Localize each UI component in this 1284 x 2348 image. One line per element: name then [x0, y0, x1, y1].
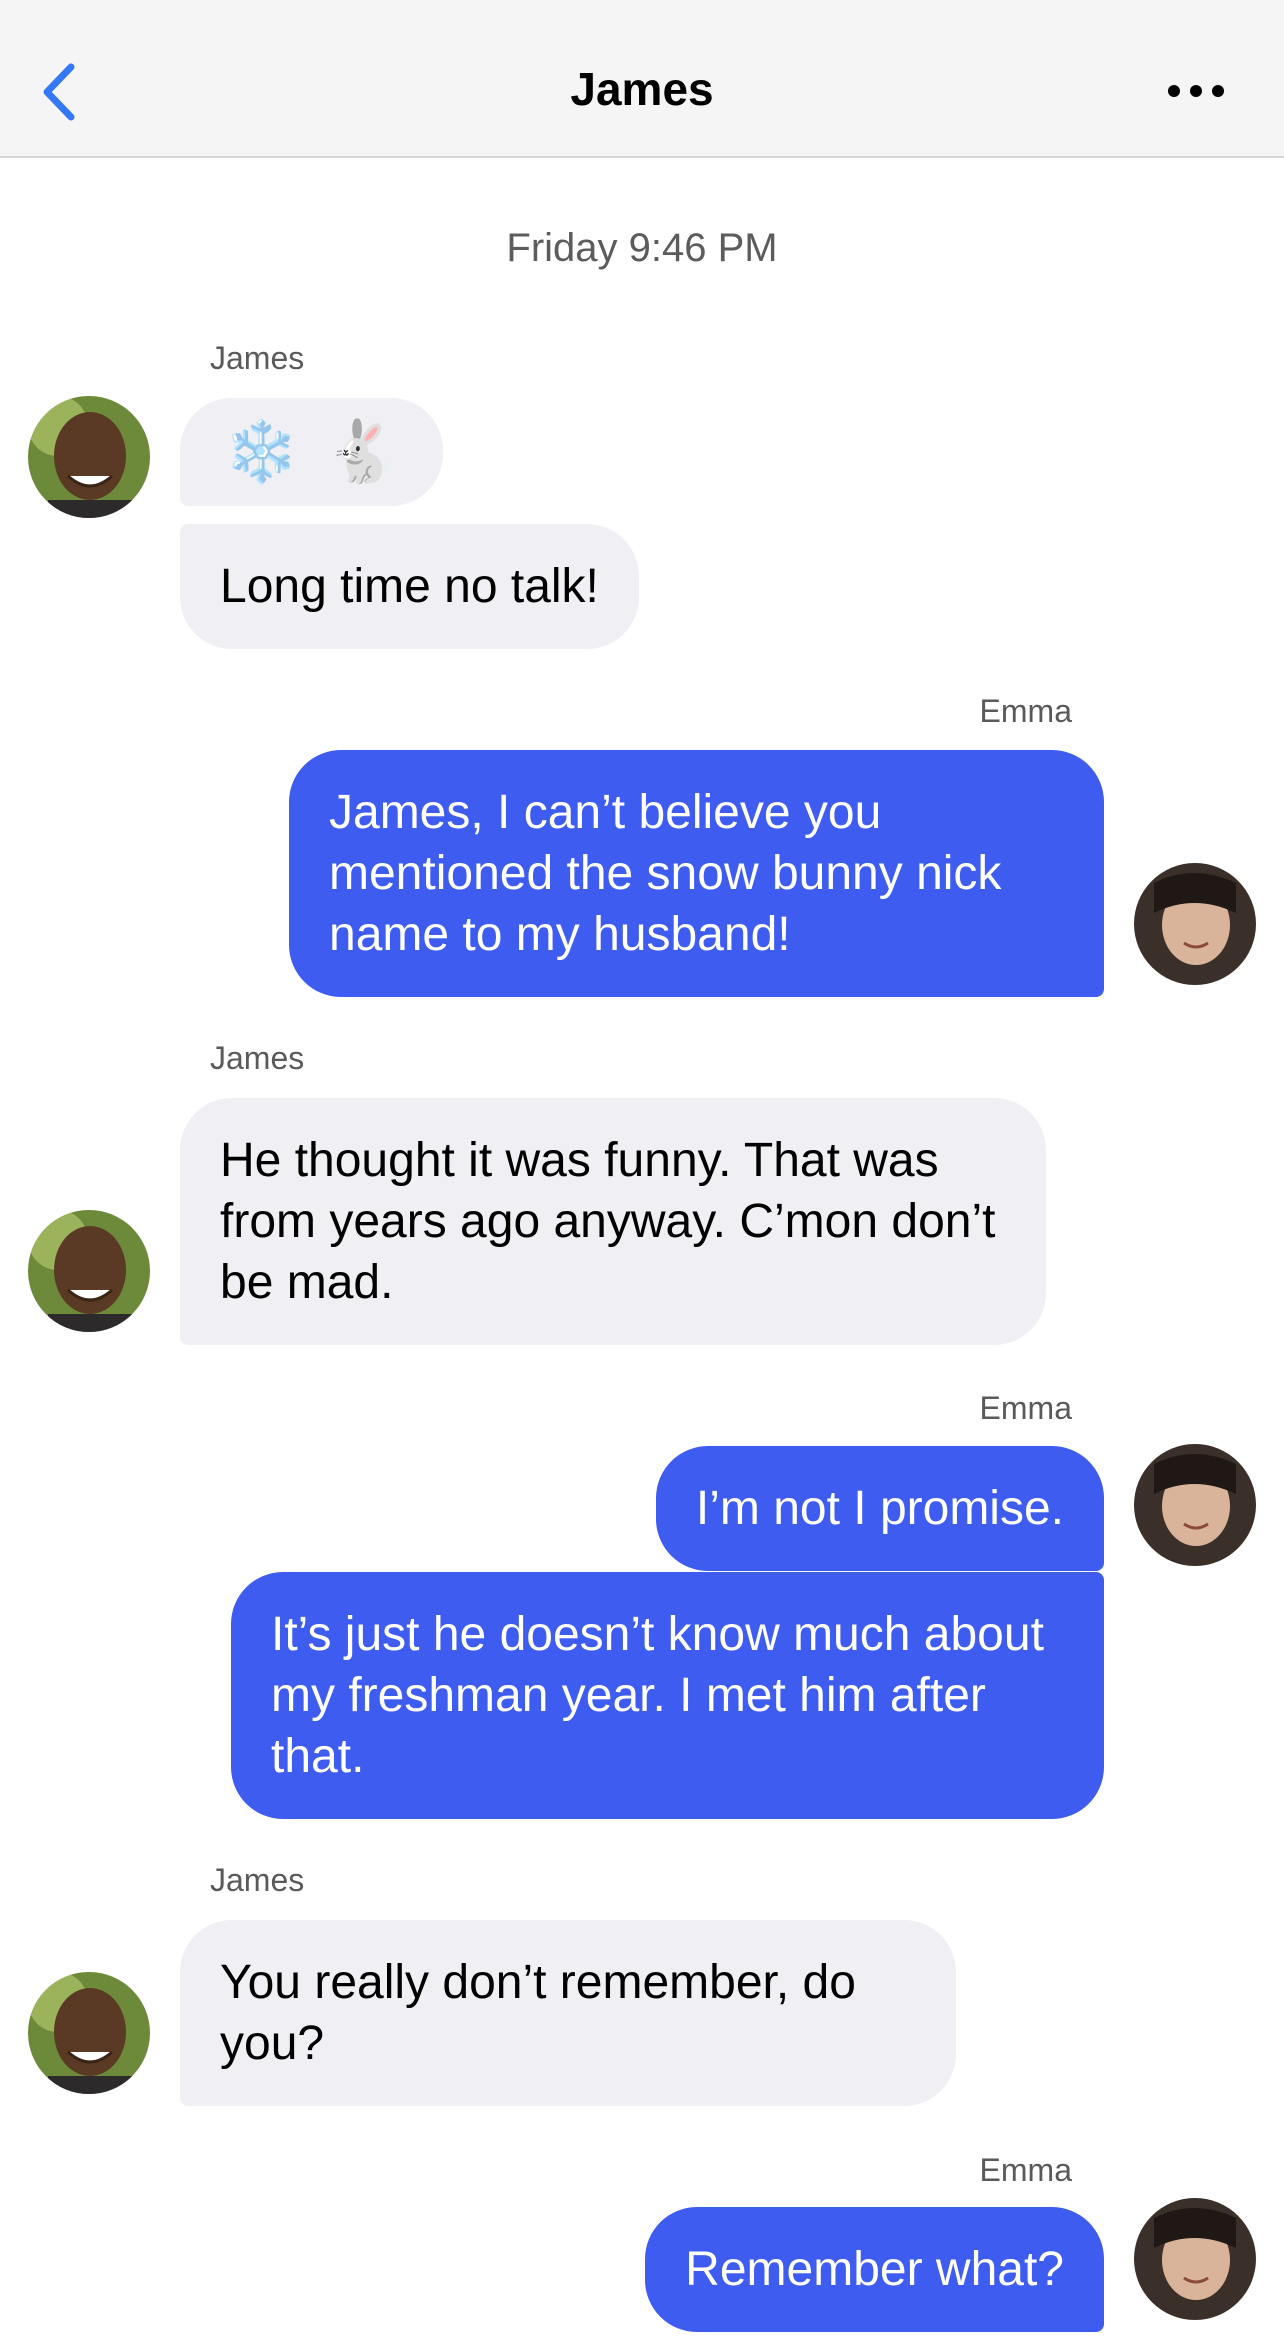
message-bubble[interactable]: James, I can’t believe you mentioned the…	[289, 750, 1104, 997]
avatar-james-image	[28, 1972, 150, 2094]
conversation-timestamp: Friday 9:46 PM	[506, 226, 778, 270]
chat-header: James	[0, 0, 1284, 158]
sender-name: Emma	[979, 1390, 1072, 1426]
avatar-emma[interactable]	[1134, 2198, 1256, 2320]
avatar-emma-image	[1134, 2198, 1256, 2320]
more-options-button[interactable]	[1156, 66, 1236, 116]
avatar-james[interactable]	[28, 1210, 150, 1332]
avatar-emma-image	[1134, 1444, 1256, 1566]
message-bubble[interactable]: Remember what?	[645, 2207, 1104, 2332]
avatar-james-image	[28, 1210, 150, 1332]
avatar-james-image	[28, 396, 150, 518]
message-bubble[interactable]: Long time no talk!	[180, 524, 639, 649]
rabbit-emoji: 🐇	[324, 418, 400, 485]
avatar-emma-image	[1134, 863, 1256, 985]
sender-name: James	[210, 1862, 305, 1898]
avatar-james[interactable]	[28, 1972, 150, 2094]
message-bubble[interactable]: You really don’t remember, do you?	[180, 1920, 956, 2106]
message-bubble[interactable]: He thought it was funny. That was from y…	[180, 1098, 1046, 1345]
message-bubble-emoji[interactable]: ❄️ 🐇	[180, 398, 444, 506]
sender-name: Emma	[979, 2152, 1072, 2188]
emoji-row: ❄️ 🐇	[224, 422, 399, 482]
message-bubble[interactable]: It’s just he doesn’t know much about my …	[231, 1572, 1104, 1819]
ellipsis-icon	[1168, 85, 1224, 97]
message-bubble[interactable]: I’m not I promise.	[655, 1446, 1104, 1571]
sender-name: James	[210, 1040, 305, 1076]
sender-name: James	[210, 340, 305, 376]
chat-title: James	[570, 63, 714, 115]
avatar-james[interactable]	[28, 396, 150, 518]
sender-name: Emma	[979, 693, 1072, 729]
avatar-emma[interactable]	[1134, 863, 1256, 985]
snowflake-emoji: ❄️	[224, 418, 299, 485]
avatar-emma[interactable]	[1134, 1444, 1256, 1566]
